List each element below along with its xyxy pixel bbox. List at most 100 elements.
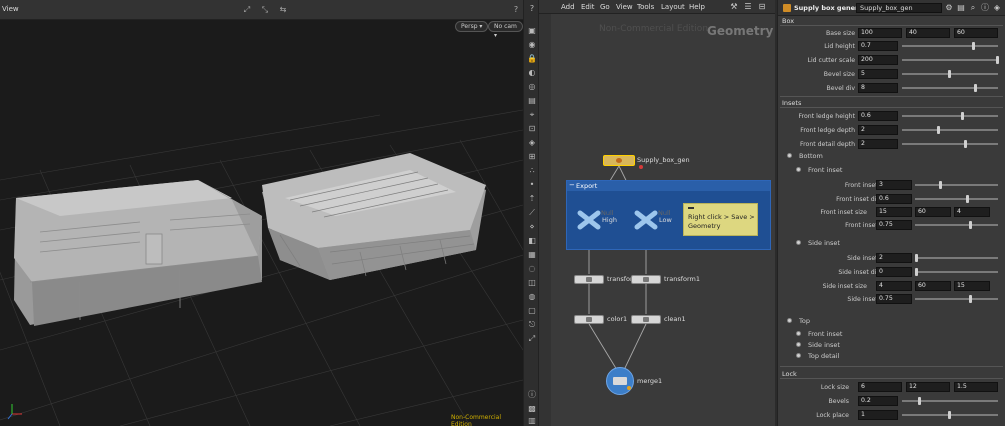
front-ledge-height-slider-knob[interactable] [961, 112, 964, 120]
visibility-icon[interactable]: ◍ [527, 292, 537, 302]
side-inset-size-y-field[interactable]: 60 [915, 281, 951, 291]
snap-icon[interactable]: ⊡ [527, 124, 537, 134]
side-inset-distance-field[interactable]: 0 [876, 267, 912, 277]
dot-icon[interactable]: • [527, 180, 537, 190]
split-icon[interactable]: ▥ [527, 416, 537, 426]
front-inset-count-slider-knob[interactable] [939, 181, 942, 189]
view-icon[interactable]: ◎ [527, 82, 537, 92]
help-icon[interactable]: ? [527, 4, 537, 14]
color1-node[interactable] [574, 315, 604, 324]
collapse-icon[interactable]: − [569, 181, 575, 189]
front-inset-angle-slider[interactable] [915, 224, 998, 226]
side-inset-folder-label[interactable]: Side inset [808, 239, 840, 247]
front-inset-distance-slider-knob[interactable] [966, 195, 969, 203]
transform-tool-icon[interactable]: ⤡ [259, 5, 271, 15]
help-book-icon[interactable]: ▤ [956, 3, 966, 13]
scene-viewport[interactable]: View ⤢ ⤡ ⇆ ? Persp ▾ No cam ▾ Non-Commer… [0, 0, 523, 426]
clean1-node[interactable] [631, 315, 661, 324]
front-inset-size-x-field[interactable]: 15 [876, 207, 912, 217]
top-detail-fold-icon[interactable] [796, 353, 801, 358]
side-inset-count-slider-knob[interactable] [915, 254, 918, 262]
ghost-icon[interactable]: ◌ [527, 264, 537, 274]
side-inset-angle-slider[interactable] [915, 298, 998, 300]
side-inset-count-slider[interactable] [915, 257, 998, 259]
side-inset-distance-slider-knob[interactable] [915, 268, 918, 276]
front-ledge-height-field[interactable]: 0.6 [858, 111, 898, 121]
render-icon[interactable]: ▤ [527, 96, 537, 106]
bg-icon[interactable]: ▢ [527, 306, 537, 316]
side-inset-fold-icon[interactable] [796, 240, 801, 245]
template-icon[interactable]: ◫ [527, 278, 537, 288]
merge1-node[interactable] [606, 367, 634, 395]
front-inset-angle-field[interactable]: 0.75 [876, 220, 912, 230]
lock-size-x-field[interactable]: 6 [858, 382, 902, 392]
bevel-div-slider[interactable] [902, 87, 998, 89]
lock-place-field[interactable]: 1 [858, 410, 898, 420]
pin-icon[interactable]: ⌖ [527, 110, 537, 120]
top-side-inset-label[interactable]: Side inset [808, 341, 840, 349]
escape-icon[interactable]: ⎋ [527, 320, 537, 330]
info-icon[interactable]: ⓘ [527, 390, 537, 400]
bevel-div-field[interactable]: 8 [858, 83, 898, 93]
node-name-field[interactable]: Supply_box_gen [856, 3, 942, 13]
front-inset-fold-icon[interactable] [796, 167, 801, 172]
side-inset-size-z-field[interactable]: 15 [954, 281, 990, 291]
lid-height-slider-knob[interactable] [972, 42, 975, 50]
lid-height-slider[interactable] [902, 45, 998, 47]
side-inset-size-x-field[interactable]: 4 [876, 281, 912, 291]
search-icon[interactable]: ⌕ [968, 3, 978, 13]
display-options-icon[interactable]: ▣ [527, 26, 537, 36]
side-inset-distance-slider[interactable] [915, 271, 998, 273]
bevel-div-slider-knob[interactable] [974, 84, 977, 92]
null-low-icon[interactable] [634, 210, 658, 230]
vertex-icon[interactable]: ⋄ [527, 222, 537, 232]
top-side-inset-fold-icon[interactable] [796, 342, 801, 347]
persp-menu-button[interactable]: Persp ▾ [455, 21, 489, 32]
null-high-icon[interactable] [577, 210, 601, 230]
bevels-slider[interactable] [902, 400, 998, 402]
side-inset-angle-field[interactable]: 0.75 [876, 294, 912, 304]
front-inset-count-field[interactable]: 3 [876, 180, 912, 190]
front-inset-size-z-field[interactable]: 4 [954, 207, 990, 217]
bevels-field[interactable]: 0.2 [858, 396, 898, 406]
normals-icon[interactable]: ⇡ [527, 194, 537, 204]
base-size-y-field[interactable]: 40 [906, 28, 950, 38]
prim-icon[interactable]: ◧ [527, 236, 537, 246]
front-ledge-height-slider[interactable] [902, 115, 998, 117]
help-icon[interactable]: ? [510, 5, 522, 15]
grid-icon[interactable]: ▦ [527, 250, 537, 260]
front-inset-folder-label[interactable]: Front inset [808, 166, 842, 174]
supply-box-gen-node[interactable] [603, 155, 635, 166]
side-inset-count-field[interactable]: 2 [876, 253, 912, 263]
edge-icon[interactable]: ⟋ [527, 208, 537, 218]
camera-icon[interactable]: ◉ [527, 40, 537, 50]
top-front-inset-label[interactable]: Front inset [808, 330, 842, 338]
base-size-z-field[interactable]: 60 [954, 28, 998, 38]
front-inset-distance-slider[interactable] [915, 198, 998, 200]
light-icon[interactable]: ◐ [527, 68, 537, 78]
front-inset-distance-field[interactable]: 0.6 [876, 194, 912, 204]
top-front-inset-fold-icon[interactable] [796, 331, 801, 336]
lock-place-slider-knob[interactable] [948, 411, 951, 419]
base-size-x-field[interactable]: 100 [858, 28, 902, 38]
front-ledge-depth-slider[interactable] [902, 129, 998, 131]
bevel-size-slider-knob[interactable] [948, 70, 951, 78]
front-ledge-depth-slider-knob[interactable] [937, 126, 940, 134]
lock-icon[interactable]: 🔒 [527, 54, 537, 64]
gear-icon[interactable]: ⚙ [944, 3, 954, 13]
front-detail-depth-slider-knob[interactable] [964, 140, 967, 148]
bottom-folder-label[interactable]: Bottom [799, 152, 823, 160]
network-editor[interactable]: Add Edit Go View Tools Layout Help ⚒ ☰ ⊟… [539, 0, 775, 426]
camera-menu-button[interactable]: No cam ▾ [488, 21, 523, 39]
top-fold-icon[interactable] [787, 318, 792, 323]
top-detail-label[interactable]: Top detail [808, 352, 839, 360]
lid-height-field[interactable]: 0.7 [858, 41, 898, 51]
points-icon[interactable]: ∴ [527, 166, 537, 176]
front-inset-angle-slider-knob[interactable] [969, 221, 972, 229]
bottom-fold-icon[interactable] [787, 153, 792, 158]
transform1-node[interactable] [631, 275, 661, 284]
front-detail-depth-field[interactable]: 2 [858, 139, 898, 149]
front-detail-depth-slider[interactable] [902, 143, 998, 145]
side-inset-angle-slider-knob[interactable] [969, 295, 972, 303]
front-inset-size-y-field[interactable]: 60 [915, 207, 951, 217]
